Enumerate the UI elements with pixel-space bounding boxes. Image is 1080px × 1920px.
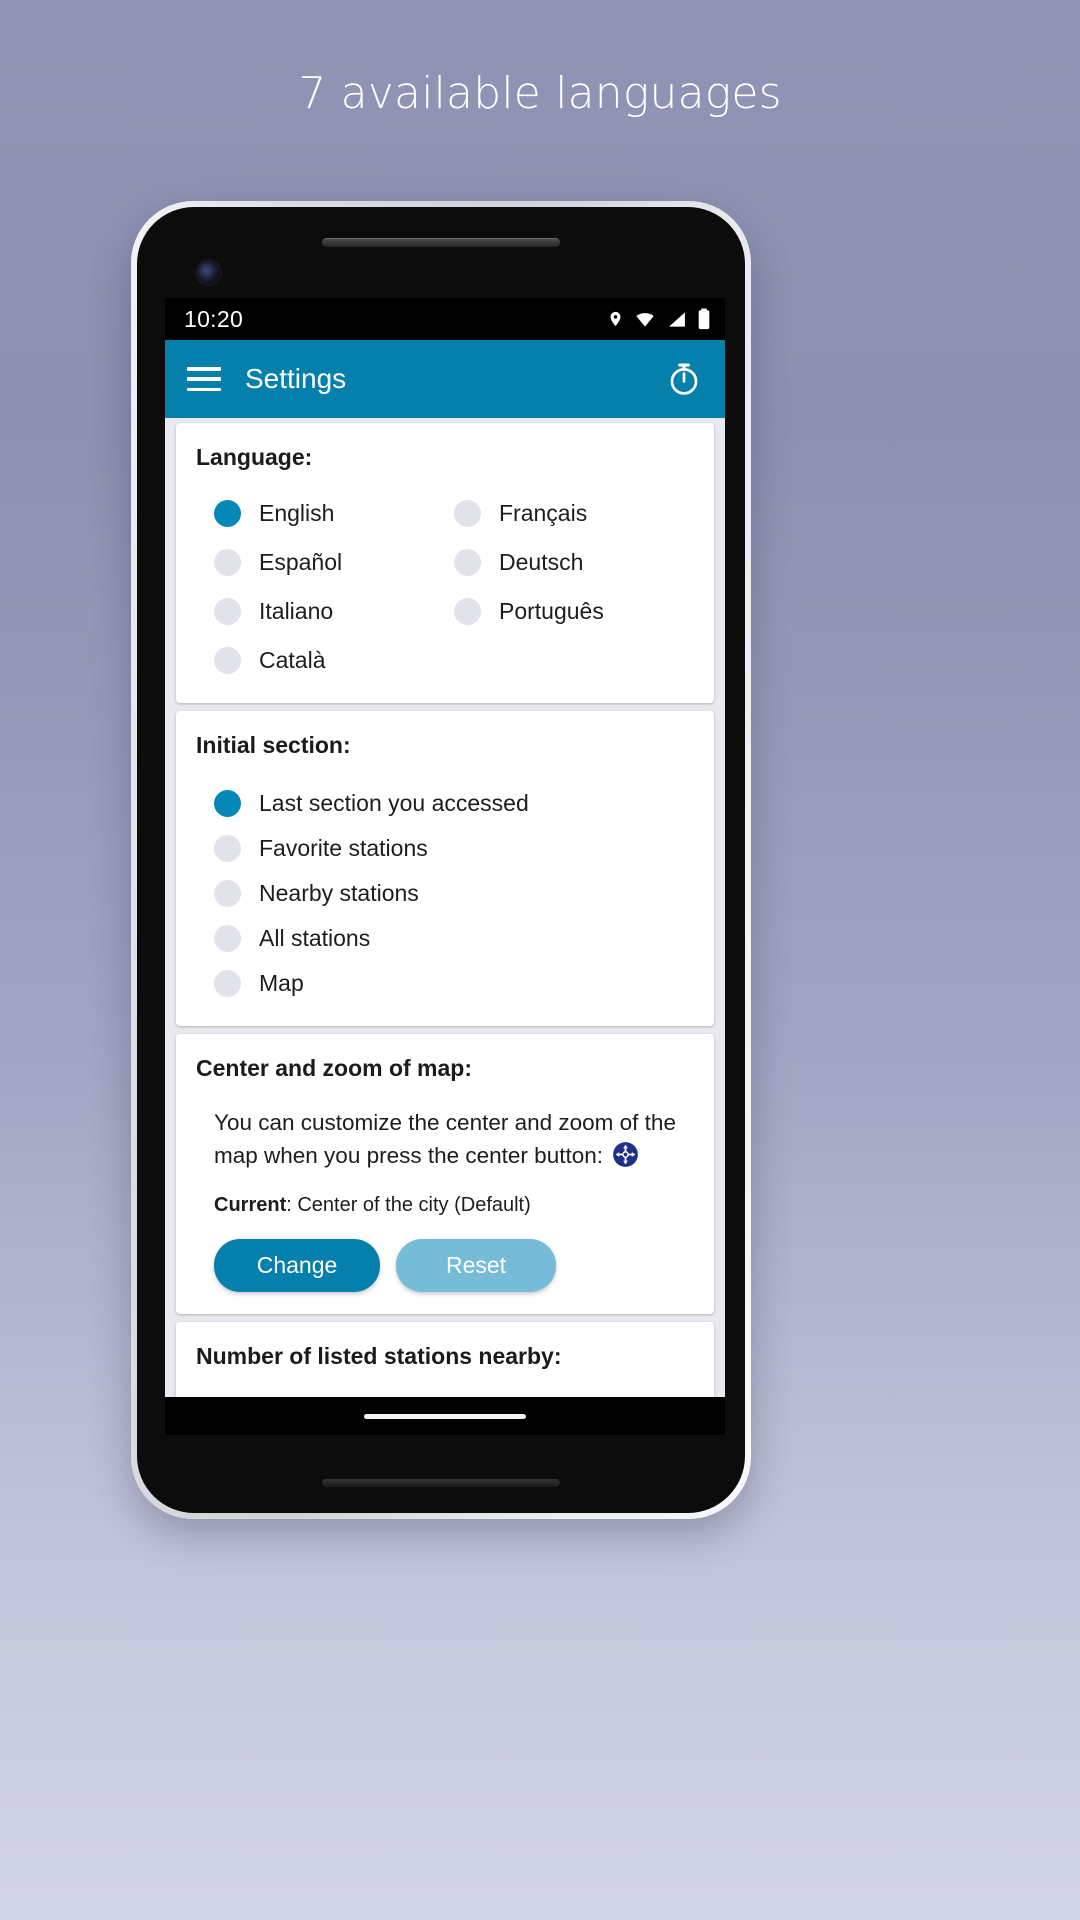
change-button[interactable]: Change	[214, 1239, 380, 1292]
radio-dot[interactable]	[214, 598, 241, 625]
radio-option-all-stations[interactable]: All stations	[214, 916, 694, 961]
radio-label: Deutsch	[499, 549, 584, 575]
initial-section-card-title: Initial section:	[196, 732, 351, 758]
card-initial-section: Initial section: Last section you access…	[176, 711, 714, 1026]
radio-dot[interactable]	[454, 549, 481, 576]
map-center-current-value: : Center of the city (Default)	[286, 1194, 531, 1216]
radio-dot[interactable]	[214, 880, 241, 907]
card-stations-nearby: Number of listed stations nearby: 10 20	[176, 1322, 714, 1397]
language-card-title: Language:	[196, 444, 313, 470]
card-language: Language: English Français Español Deuts…	[176, 423, 714, 703]
radio-label: Español	[259, 549, 343, 575]
settings-scroll-content[interactable]: Language: English Français Español Deuts…	[165, 418, 725, 1397]
radio-dot[interactable]	[214, 925, 241, 952]
location-icon	[607, 308, 624, 330]
status-icons	[607, 308, 711, 330]
battery-icon	[697, 308, 711, 330]
radio-option-nearby-stations[interactable]: Nearby stations	[214, 871, 694, 916]
map-center-current: Current: Center of the city (Default)	[196, 1172, 694, 1217]
radio-label: English	[259, 500, 335, 526]
map-center-card-title: Center and zoom of map:	[196, 1055, 473, 1081]
app-bar: Settings	[165, 340, 725, 418]
app-bar-title: Settings	[245, 363, 347, 394]
hamburger-menu-icon[interactable]	[187, 367, 221, 391]
phone-body: 10:20 Settings Language: English Françai…	[137, 207, 745, 1513]
radio-option-last-section[interactable]: Last section you accessed	[214, 781, 694, 826]
radio-label: Italiano	[259, 598, 334, 624]
radio-dot[interactable]	[214, 970, 241, 997]
radio-option-portugues[interactable]: Português	[454, 589, 694, 634]
center-crosshair-icon	[612, 1141, 639, 1168]
reset-button[interactable]: Reset	[396, 1239, 556, 1292]
initial-section-radio-group[interactable]: Last section you accessed Favorite stati…	[196, 765, 694, 1006]
radio-option-map[interactable]: Map	[214, 961, 694, 1006]
map-center-button-row: Change Reset	[196, 1217, 694, 1294]
card-map-center: Center and zoom of map: You can customiz…	[176, 1034, 714, 1314]
radio-dot[interactable]	[214, 647, 241, 674]
radio-dot[interactable]	[214, 500, 241, 527]
android-navigation-bar	[165, 1397, 725, 1435]
radio-dot[interactable]	[454, 598, 481, 625]
phone-screen: 10:20 Settings Language: English Françai…	[165, 298, 725, 1435]
radio-dot[interactable]	[454, 500, 481, 527]
radio-label: All stations	[259, 925, 371, 951]
bottom-speaker-grille	[322, 1479, 560, 1487]
radio-label: Favorite stations	[259, 835, 428, 861]
status-time: 10:20	[184, 305, 244, 332]
map-center-current-label: Current	[214, 1194, 287, 1216]
map-center-description: You can customize the center and zoom of…	[196, 1088, 694, 1172]
page-title: 7 available languages	[298, 68, 782, 119]
radio-label: Català	[259, 647, 326, 673]
stations-nearby-card-title: Number of listed stations nearby:	[196, 1343, 562, 1369]
radio-label: Map	[259, 970, 304, 996]
map-center-description-text: You can customize the center and zoom of…	[214, 1110, 676, 1168]
radio-option-italiano[interactable]: Italiano	[214, 589, 454, 634]
signal-icon	[666, 310, 688, 329]
timer-icon[interactable]	[665, 360, 703, 398]
language-radio-group[interactable]: English Français Español Deutsch Italian…	[196, 477, 694, 683]
radio-option-francais[interactable]: Français	[454, 491, 694, 536]
radio-dot[interactable]	[214, 835, 241, 862]
radio-dot[interactable]	[214, 549, 241, 576]
radio-dot[interactable]	[214, 790, 241, 817]
radio-option-english[interactable]: English	[214, 491, 454, 536]
front-camera-icon	[197, 261, 220, 284]
radio-option-favorite-stations[interactable]: Favorite stations	[214, 826, 694, 871]
earpiece-speaker-grille	[322, 238, 560, 247]
radio-option-catala[interactable]: Català	[214, 638, 454, 683]
radio-label: Last section you accessed	[259, 790, 529, 816]
status-bar: 10:20	[165, 298, 725, 340]
wifi-icon	[633, 310, 657, 329]
phone-mockup: 10:20 Settings Language: English Françai…	[131, 201, 751, 1519]
stations-nearby-radio-group[interactable]: 10 20 30 40	[196, 1376, 694, 1397]
radio-option-deutsch[interactable]: Deutsch	[454, 540, 694, 585]
radio-label: Français	[499, 500, 588, 526]
home-gesture-pill[interactable]	[364, 1413, 526, 1419]
radio-label: Nearby stations	[259, 880, 419, 906]
radio-label: Português	[499, 598, 604, 624]
radio-option-espanol[interactable]: Español	[214, 540, 454, 585]
